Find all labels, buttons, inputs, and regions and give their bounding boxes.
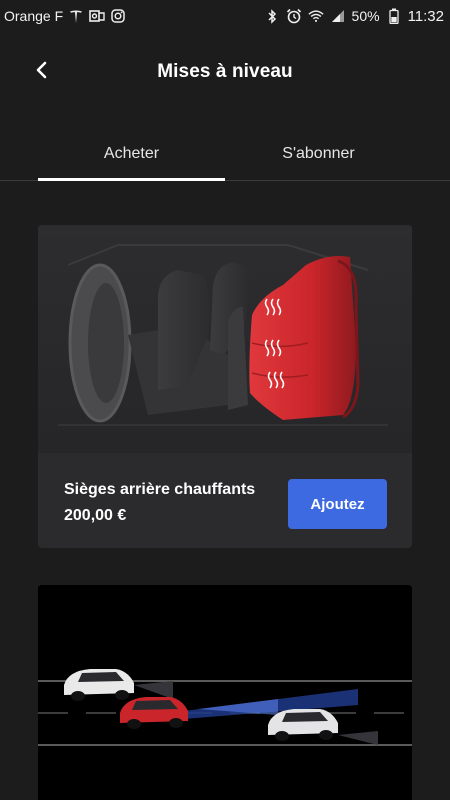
page-header: Mises à niveau bbox=[0, 44, 450, 100]
add-to-cart-button[interactable]: Ajoutez bbox=[288, 479, 387, 529]
status-bar: Orange F 50% 11:32 bbox=[0, 0, 450, 32]
status-right: 50% 11:32 bbox=[264, 8, 444, 25]
active-tab-indicator bbox=[38, 178, 225, 181]
highway-cars-illustration bbox=[38, 585, 412, 800]
tab-label: S'abonner bbox=[282, 145, 355, 162]
outlook-icon bbox=[89, 8, 105, 24]
clock: 11:32 bbox=[407, 7, 444, 25]
battery-icon bbox=[386, 8, 402, 24]
status-left: Orange F bbox=[4, 8, 126, 24]
tab-sabonner[interactable]: S'abonner bbox=[225, 128, 412, 180]
tab-label: Acheter bbox=[103, 145, 160, 162]
tab-acheter[interactable]: Acheter bbox=[38, 128, 225, 181]
carrier-name: Orange F bbox=[4, 8, 64, 24]
wifi-icon bbox=[307, 8, 324, 24]
signal-icon bbox=[330, 8, 346, 24]
product-card-autopilot[interactable] bbox=[38, 585, 412, 800]
tesla-icon bbox=[68, 8, 84, 24]
battery-percentage: 50% bbox=[351, 8, 380, 24]
bluetooth-icon bbox=[264, 8, 280, 24]
page-title: Mises à niveau bbox=[157, 61, 293, 82]
product-name: Sièges arrière chauffants bbox=[64, 481, 256, 498]
back-button[interactable] bbox=[28, 58, 56, 86]
alarm-icon bbox=[286, 8, 302, 24]
chevron-left-icon bbox=[35, 61, 49, 84]
heated-rear-seats-illustration bbox=[38, 225, 412, 453]
product-price: 200,00 € bbox=[64, 507, 127, 524]
instagram-icon bbox=[110, 8, 126, 24]
tab-bar: Acheter S'abonner bbox=[0, 128, 450, 181]
product-card-heated-seats[interactable]: Sièges arrière chauffants 200,00 € Ajout… bbox=[38, 225, 412, 548]
